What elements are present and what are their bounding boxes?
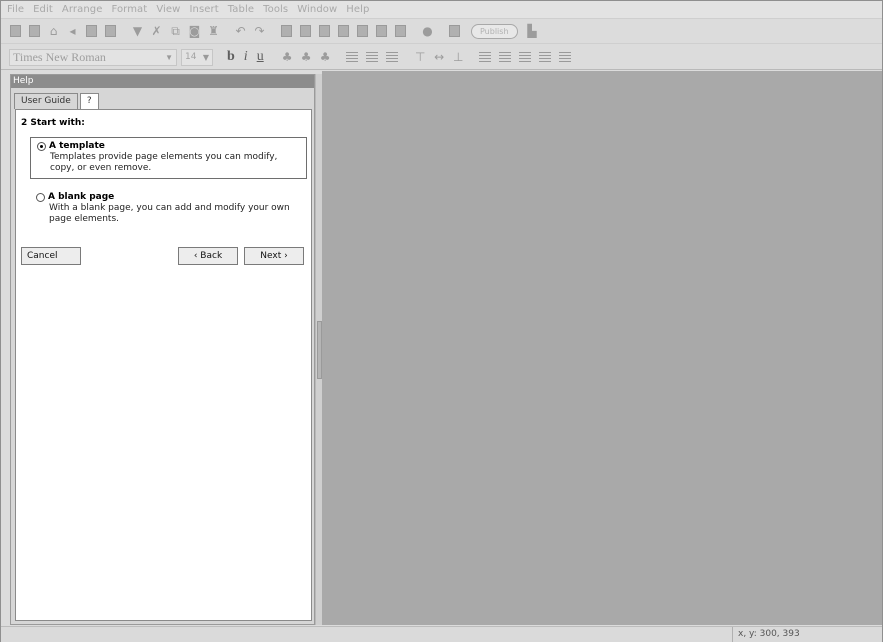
new-document-icon[interactable]	[28, 25, 41, 38]
blank-page-radio[interactable]	[36, 193, 45, 202]
chevron-down-icon: ▼	[202, 52, 209, 62]
cancel-button[interactable]: Cancel	[21, 247, 81, 265]
preview-icon[interactable]	[104, 25, 117, 38]
menu-arrange[interactable]: Arrange	[62, 4, 103, 15]
menu-help[interactable]: Help	[346, 4, 369, 15]
menu-edit[interactable]: Edit	[33, 4, 53, 15]
menu-view[interactable]: View	[156, 4, 180, 15]
cursor-coordinates: x, y: 300, 393	[732, 627, 882, 642]
chevron-down-icon: ▼	[165, 52, 173, 62]
globe-icon[interactable]: ●	[421, 25, 434, 38]
help-wizard: 2 Start with: A template Templates provi…	[15, 109, 312, 621]
paste-icon[interactable]: ◙	[188, 25, 201, 38]
standard-toolbar: ⌂ ◂ ▼ ✗ ⧉ ◙ ♜ ↶ ↷ ● Publish ▙	[1, 20, 882, 44]
valign-bottom-icon[interactable]: ⊥	[452, 50, 465, 64]
bold-button[interactable]: b	[227, 49, 235, 65]
menu-format[interactable]: Format	[111, 4, 147, 15]
app-window: File Edit Arrange Format View Insert Tab…	[0, 0, 883, 642]
valign-top-icon[interactable]: ⊤	[414, 50, 427, 64]
formatting-toolbar: Times New Roman ▼ 14 ▼ b i u ♣ ♣ ♣ ⊤ ↔ ⊥	[1, 45, 882, 70]
text-box-icon[interactable]	[337, 25, 350, 38]
frame-icon[interactable]	[280, 25, 293, 38]
numbered-list-icon[interactable]	[498, 51, 511, 63]
fill-color-icon[interactable]: ♣	[319, 50, 332, 64]
step-title: 2 Start with:	[21, 118, 85, 128]
bullet-list-icon[interactable]	[478, 51, 491, 63]
option-template[interactable]: A template Templates provide page elemen…	[30, 137, 307, 179]
option-template-title: A template	[49, 141, 105, 151]
menu-window[interactable]: Window	[297, 4, 337, 15]
new-page-icon[interactable]	[9, 25, 22, 38]
undo-icon[interactable]: ↶	[234, 25, 247, 38]
option-template-desc: Templates provide page elements you can …	[50, 152, 278, 173]
table-icon[interactable]	[318, 25, 331, 38]
option-blank-page-desc: With a blank page, you can add and modif…	[49, 203, 290, 224]
panel-splitter[interactable]	[315, 74, 322, 625]
option-blank-page-title: A blank page	[48, 192, 115, 202]
outline-list-icon[interactable]	[518, 51, 531, 63]
menu-table[interactable]: Table	[228, 4, 254, 15]
save-icon[interactable]: ◂	[66, 25, 79, 38]
decrease-indent-icon[interactable]	[538, 51, 551, 63]
font-family-select[interactable]: Times New Roman ▼	[9, 48, 177, 66]
menu-file[interactable]: File	[7, 4, 24, 15]
increase-indent-icon[interactable]	[558, 51, 571, 63]
server-icon[interactable]: ▙	[526, 25, 539, 38]
publish-button[interactable]: Publish	[471, 24, 518, 39]
menu-tools[interactable]: Tools	[263, 4, 288, 15]
option-blank-page[interactable]: A blank page With a blank page, you can …	[30, 189, 307, 229]
format-painter-icon[interactable]: ▼	[131, 25, 144, 38]
open-icon[interactable]: ⌂	[47, 25, 60, 38]
print-icon[interactable]	[85, 25, 98, 38]
help-panel: Help User Guide ? 2 Start with: A templa…	[10, 74, 315, 625]
underline-button[interactable]: u	[257, 49, 264, 65]
align-center-icon[interactable]	[365, 51, 378, 63]
delete-icon[interactable]: ♜	[207, 25, 220, 38]
menu-insert[interactable]: Insert	[189, 4, 218, 15]
help-panel-title: Help	[11, 75, 314, 88]
tab-help-topic[interactable]: ?	[79, 93, 99, 109]
align-left-icon[interactable]	[345, 51, 358, 63]
status-bar: x, y: 300, 393	[1, 626, 882, 642]
next-button[interactable]: Next ›	[244, 247, 304, 265]
cut-icon[interactable]: ✗	[150, 25, 163, 38]
text-color-icon[interactable]: ♣	[281, 50, 294, 64]
align-right-icon[interactable]	[385, 51, 398, 63]
font-size-value: 14	[185, 52, 197, 62]
font-family-value: Times New Roman	[13, 49, 106, 64]
highlight-icon[interactable]: ♣	[300, 50, 313, 64]
template-radio[interactable]	[37, 142, 46, 151]
back-button[interactable]: ‹ Back	[178, 247, 238, 265]
object-icon[interactable]	[375, 25, 388, 38]
menu-bar: File Edit Arrange Format View Insert Tab…	[1, 1, 882, 19]
help-question-icon: ?	[86, 96, 92, 106]
font-size-select[interactable]: 14 ▼	[181, 48, 213, 66]
link-icon[interactable]	[356, 25, 369, 38]
document-canvas[interactable]	[322, 71, 882, 625]
help-tabs: User Guide ?	[14, 93, 101, 109]
italic-button[interactable]: i	[244, 49, 248, 65]
tab-user-guide[interactable]: User Guide	[14, 93, 78, 109]
site-icon[interactable]	[448, 25, 461, 38]
picture-icon[interactable]	[299, 25, 312, 38]
chart-icon[interactable]	[394, 25, 407, 38]
redo-icon[interactable]: ↷	[253, 25, 266, 38]
valign-middle-icon[interactable]: ↔	[433, 50, 446, 64]
copy-icon[interactable]: ⧉	[169, 25, 182, 38]
